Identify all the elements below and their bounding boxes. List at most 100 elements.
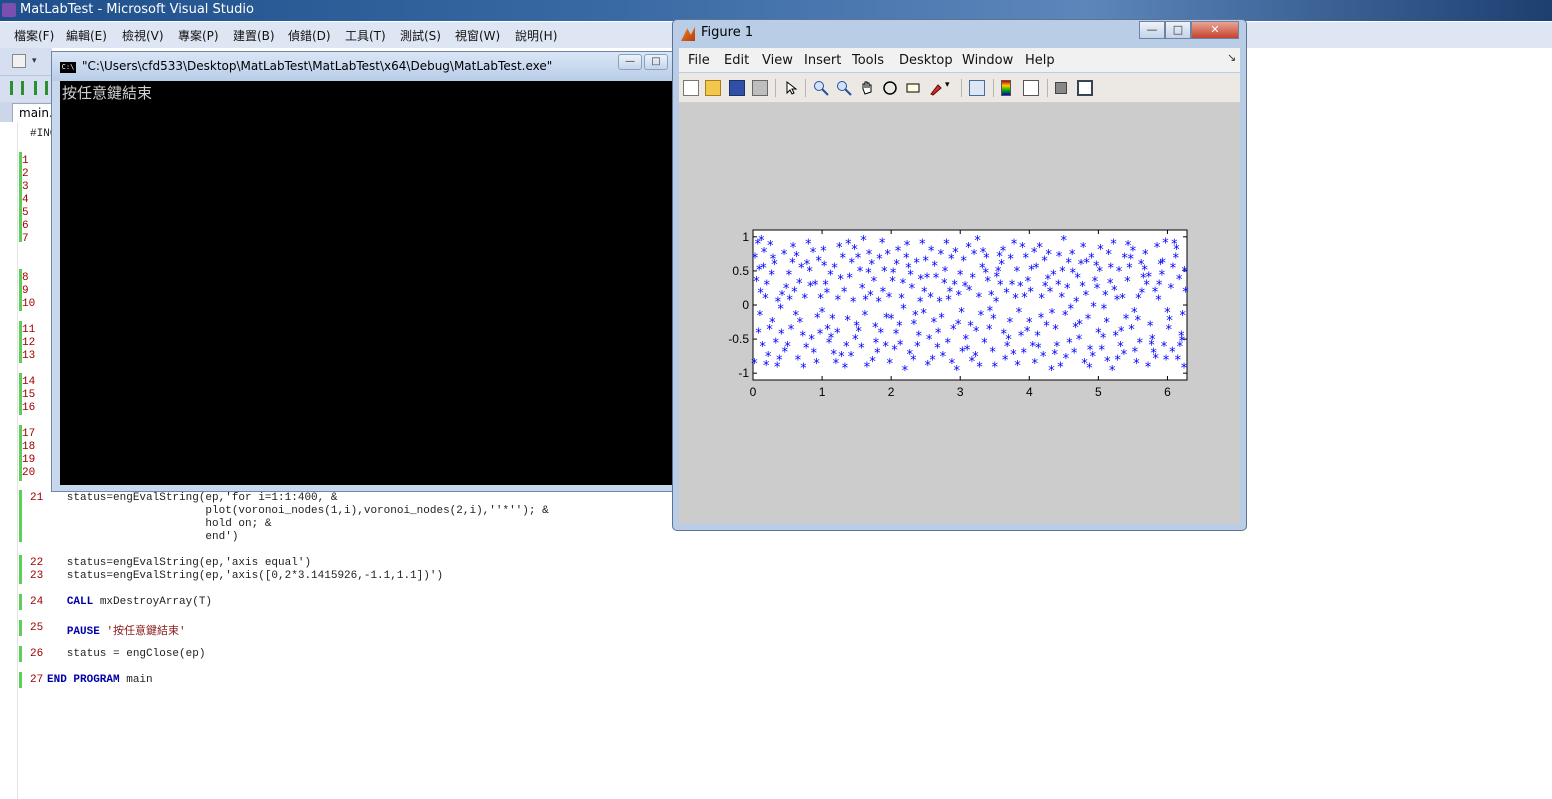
matlab-figure-window[interactable]: Figure 1 — □ ✕ ↘ File Edit View Insert Tools… bbox=[672, 19, 1247, 531]
console-output-text: 按任意鍵結束 bbox=[62, 84, 153, 102]
tab-main-file[interactable]: main. bbox=[12, 103, 53, 122]
scatter-point: * bbox=[910, 318, 918, 333]
code-line: end') bbox=[47, 531, 239, 543]
brush-icon[interactable] bbox=[928, 80, 944, 96]
console-window-title: "C:\Users\cfd533\Desktop\MatLabTest\MatL… bbox=[82, 59, 553, 73]
figure-menu-item-view[interactable]: View bbox=[762, 53, 793, 68]
pan-hand-icon[interactable] bbox=[859, 80, 875, 96]
vs-menu-item[interactable]: 工具(T) bbox=[345, 27, 386, 44]
insert-colorbar-icon[interactable] bbox=[1001, 80, 1011, 96]
scatter-point: * bbox=[980, 337, 988, 352]
show-plot-tools-icon[interactable] bbox=[1077, 80, 1093, 96]
scatter-point: * bbox=[913, 340, 921, 355]
scatter-point: * bbox=[1155, 294, 1163, 309]
edit-plot-arrow-icon[interactable] bbox=[783, 80, 799, 96]
zoom-out-icon[interactable] bbox=[836, 80, 852, 96]
figure-title-bar[interactable]: Figure 1 — □ ✕ bbox=[673, 20, 1246, 46]
scatter-point: * bbox=[1072, 296, 1080, 311]
scatter-point: * bbox=[1021, 291, 1029, 306]
line-number: 13 bbox=[22, 350, 36, 362]
line-number: 12 bbox=[22, 337, 36, 349]
scatter-point: * bbox=[889, 266, 897, 281]
figure-menu-item-window[interactable]: Window bbox=[962, 53, 1013, 68]
vs-menu-item[interactable]: 測試(S) bbox=[400, 27, 441, 44]
save-icon[interactable] bbox=[729, 80, 745, 96]
x-tick-label: 1 bbox=[819, 385, 826, 399]
open-file-icon[interactable] bbox=[705, 80, 721, 96]
link-plot-icon[interactable] bbox=[969, 80, 985, 96]
brush-dropdown-icon[interactable]: ▾ bbox=[945, 80, 961, 96]
code-string: '按任意鍵結束' bbox=[106, 626, 186, 638]
figure-menu-item-edit[interactable]: Edit bbox=[724, 53, 749, 68]
scatter-point: * bbox=[820, 259, 828, 274]
scatter-point: * bbox=[885, 291, 893, 306]
figure-close-button[interactable]: ✕ bbox=[1191, 21, 1239, 39]
scatter-point: * bbox=[1178, 334, 1186, 349]
code-line: END PROGRAM main bbox=[47, 674, 153, 686]
scatter-point: * bbox=[1058, 291, 1066, 306]
data-cursor-icon[interactable] bbox=[905, 80, 921, 96]
console-window[interactable]: C:\ "C:\Users\cfd533\Desktop\MatLabTest\… bbox=[51, 51, 677, 492]
scatter-point: * bbox=[774, 296, 782, 311]
scatter-point: * bbox=[1166, 314, 1174, 329]
scatter-point: * bbox=[1027, 264, 1035, 279]
scatter-point: * bbox=[871, 321, 879, 336]
rotate-3d-icon[interactable] bbox=[882, 80, 898, 96]
scatter-point: * bbox=[1107, 262, 1115, 277]
new-figure-icon[interactable] bbox=[683, 80, 699, 96]
change-indicator-bar bbox=[19, 594, 22, 610]
vs-menu-item[interactable]: 視窗(W) bbox=[455, 27, 500, 44]
console-title-bar[interactable]: C:\ "C:\Users\cfd533\Desktop\MatLabTest\… bbox=[52, 52, 675, 81]
figure-maximize-button[interactable]: □ bbox=[1165, 21, 1191, 39]
vs-menu-item[interactable]: 檢視(V) bbox=[122, 27, 164, 44]
vs-menu-item[interactable]: 建置(B) bbox=[233, 27, 275, 44]
figure-menu-item-tools[interactable]: Tools bbox=[852, 53, 884, 68]
scatter-point: * bbox=[1034, 341, 1042, 356]
scatter-point: * bbox=[837, 273, 845, 288]
scatter-point: * bbox=[1007, 253, 1015, 268]
figure-minimize-button[interactable]: — bbox=[1139, 21, 1165, 39]
step-into-icon[interactable] bbox=[10, 81, 24, 95]
new-project-icon[interactable] bbox=[12, 54, 26, 68]
scatter-point: * bbox=[1041, 280, 1049, 295]
scatter-plot[interactable]: 0 1 2 3 4 5 610.50-0.5-1* *********************… bbox=[679, 103, 1240, 524]
zoom-in-icon[interactable] bbox=[813, 80, 829, 96]
scatter-point: * bbox=[856, 265, 864, 280]
change-indicator-bar bbox=[19, 672, 22, 688]
scatter-point: * bbox=[1045, 248, 1053, 263]
code-keyword: PAUSE bbox=[66, 626, 100, 638]
vs-menu-item[interactable]: 偵錯(D) bbox=[288, 27, 331, 44]
scatter-point: * bbox=[759, 340, 767, 355]
scatter-point: * bbox=[934, 341, 942, 356]
console-minimize-button[interactable]: — bbox=[618, 54, 642, 70]
figure-canvas[interactable]: 0 1 2 3 4 5 6 1 0.5 0 -0.5 -1 * * * * * * * * * * * * * * * * * * * * * *… bbox=[679, 103, 1240, 524]
scatter-point: * bbox=[958, 345, 966, 360]
scatter-point: * bbox=[1055, 250, 1063, 265]
console-maximize-button[interactable]: □ bbox=[644, 54, 668, 70]
vs-menu-item[interactable]: 專案(P) bbox=[178, 27, 219, 44]
scatter-point: * bbox=[878, 236, 886, 251]
vs-menu-item[interactable]: 檔案(F) bbox=[14, 27, 54, 44]
scatter-point: * bbox=[960, 255, 968, 270]
figure-menu-item-insert[interactable]: Insert bbox=[804, 53, 841, 68]
y-tick-label: 0.5 bbox=[732, 264, 749, 278]
vs-menu-item[interactable]: 說明(H) bbox=[515, 27, 557, 44]
step-over-icon[interactable] bbox=[34, 81, 48, 95]
scatter-point: * bbox=[810, 347, 818, 362]
scatter-point: * bbox=[786, 294, 794, 309]
figure-menu-item-file[interactable]: File bbox=[688, 53, 710, 68]
scatter-point: * bbox=[1103, 355, 1111, 370]
insert-legend-icon[interactable] bbox=[1023, 80, 1039, 96]
console-output-area[interactable]: 按任意鍵結束 bbox=[60, 81, 677, 485]
line-number: 16 bbox=[22, 402, 36, 414]
hide-plot-tools-icon[interactable] bbox=[1055, 82, 1067, 94]
vs-menu-item[interactable]: 編輯(E) bbox=[66, 27, 107, 44]
figure-menu-item-desktop[interactable]: Desktop bbox=[899, 53, 953, 68]
scatter-point: * bbox=[1120, 348, 1128, 363]
code-line: plot(voronoi_nodes(1,i),voronoi_nodes(2,… bbox=[47, 505, 549, 517]
undock-arrow-icon[interactable]: ↘ bbox=[1227, 51, 1236, 64]
scatter-point: * bbox=[1180, 362, 1188, 377]
dropdown-arrow-icon[interactable]: ▾ bbox=[32, 56, 37, 66]
print-icon[interactable] bbox=[752, 80, 768, 96]
figure-menu-item-help[interactable]: Help bbox=[1025, 53, 1055, 68]
